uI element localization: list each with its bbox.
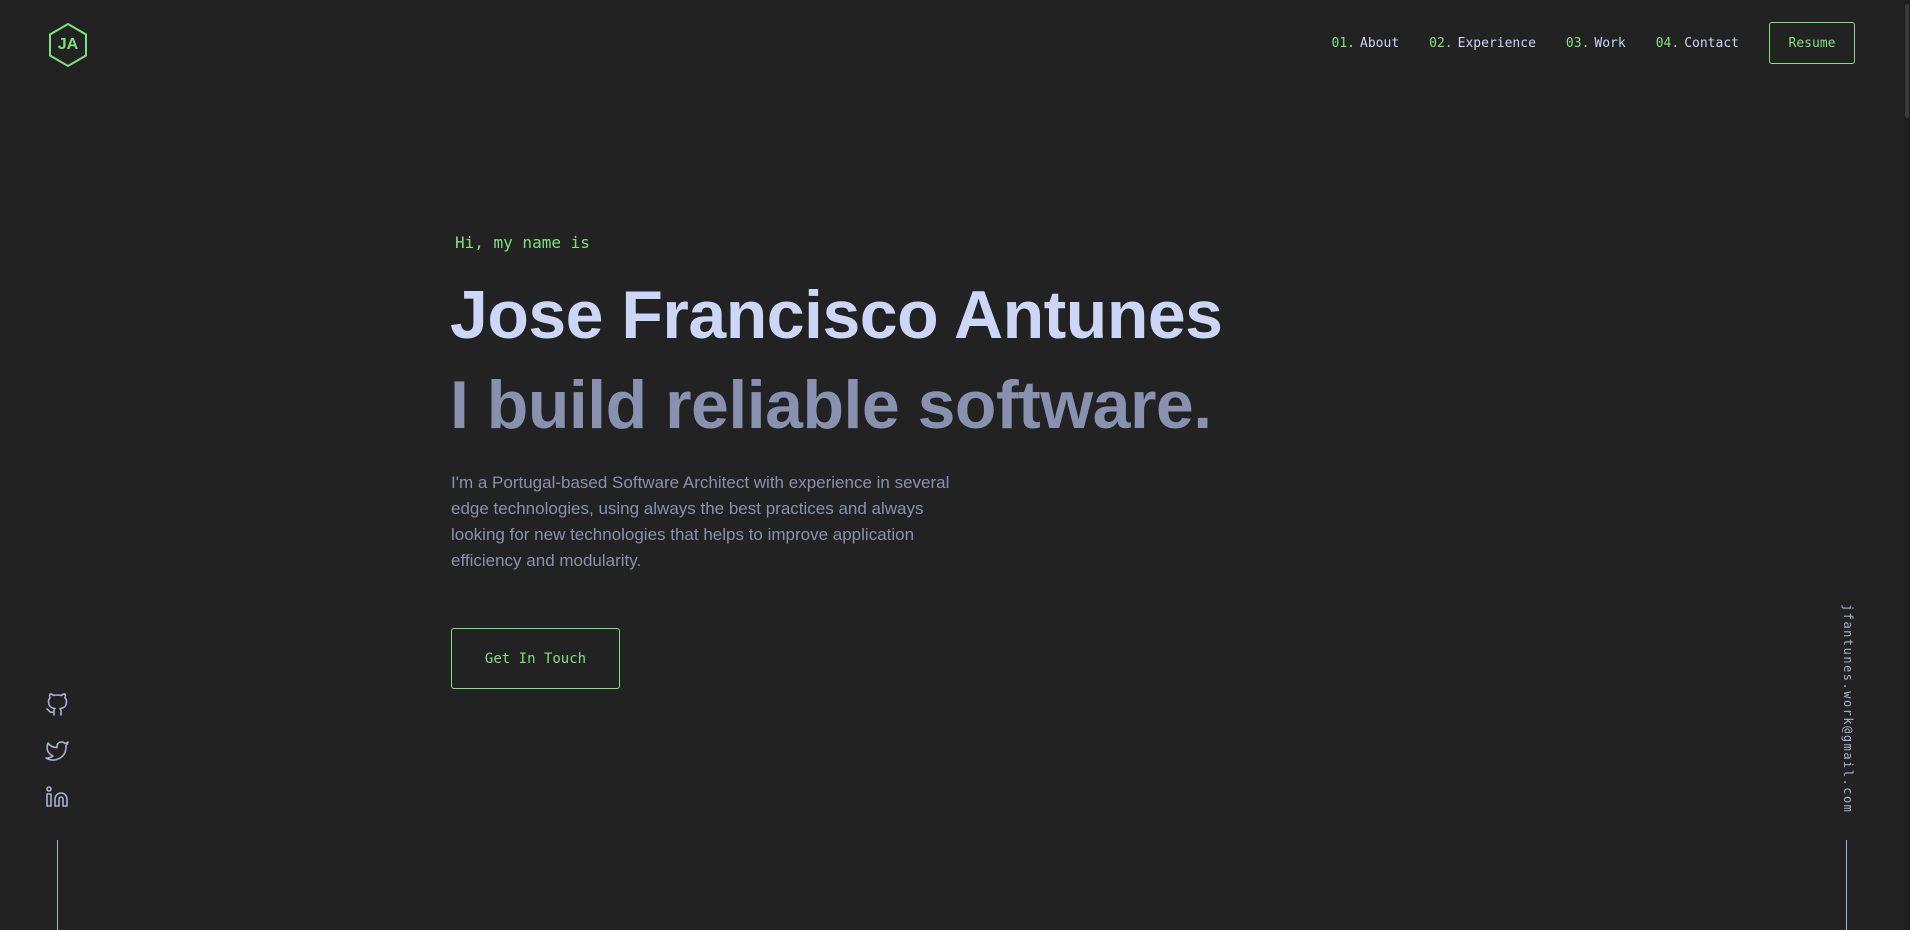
get-in-touch-button[interactable]: Get In Touch (451, 628, 620, 689)
nav-item-work[interactable]: 03. Work (1566, 36, 1626, 51)
hero-intro: Hi, my name is (455, 233, 590, 252)
right-rail-line (1846, 840, 1847, 930)
hero-tagline: I build reliable software. (450, 367, 1212, 443)
nav-label: Contact (1684, 35, 1739, 51)
logo-text: JA (57, 36, 79, 53)
twitter-icon[interactable] (45, 739, 69, 763)
left-rail-line (57, 840, 58, 930)
nav-label: Work (1594, 35, 1626, 51)
nav-label: About (1360, 35, 1400, 51)
github-icon[interactable] (45, 693, 69, 717)
nav-number: 03. (1565, 35, 1590, 51)
nav-item-contact[interactable]: 04. Contact (1656, 36, 1739, 51)
hero-description: I'm a Portugal-based Software Architect … (451, 473, 950, 570)
nav-number: 02. (1429, 35, 1453, 51)
main-nav: 01. About 02. Experience 03. Work 04. Co… (1302, 22, 1855, 64)
nav-label: Experience (1457, 35, 1536, 51)
nav-item-about[interactable]: 01. About (1332, 36, 1400, 51)
scrollbar-thumb[interactable] (1905, 4, 1909, 118)
scrollbar[interactable] (1904, 0, 1910, 930)
nav-item-experience[interactable]: 02. Experience (1429, 36, 1536, 51)
resume-button[interactable]: Resume (1769, 22, 1855, 64)
nav-number: 04. (1655, 35, 1680, 51)
hero-name: Jose Francisco Antunes (450, 277, 1223, 353)
logo[interactable]: JA (47, 22, 89, 68)
email-link[interactable]: jfantunes.work@gmail.com (1841, 604, 1855, 813)
linkedin-icon[interactable] (45, 785, 69, 809)
nav-number: 01. (1331, 35, 1356, 51)
